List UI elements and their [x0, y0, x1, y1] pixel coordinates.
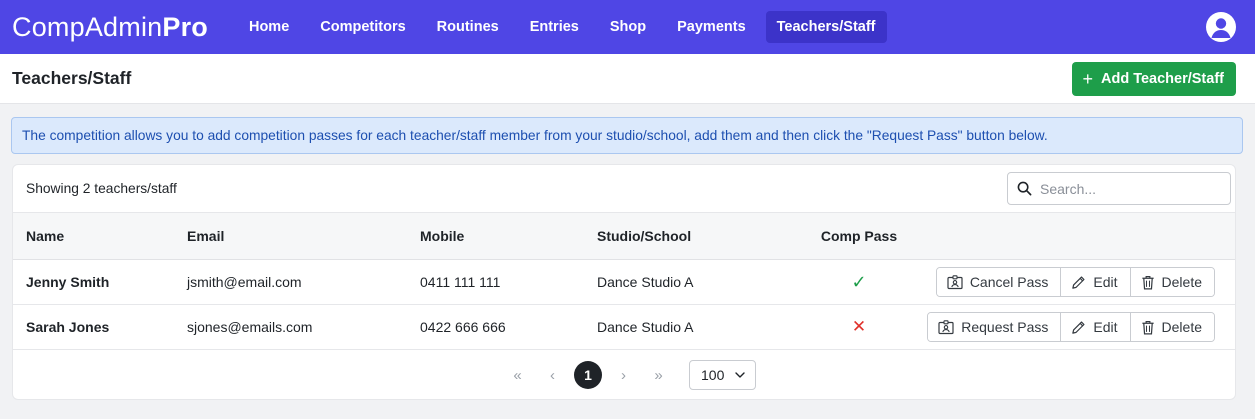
cell-studio-school: Dance Studio A — [597, 274, 694, 290]
column-header-mobile[interactable]: Mobile — [420, 213, 597, 260]
column-header-studio-school[interactable]: Studio/School — [597, 213, 811, 260]
cell-email: sjones@emails.com — [187, 319, 313, 335]
delete-label: Delete — [1161, 274, 1202, 290]
column-header-comp-pass[interactable]: Comp Pass — [811, 213, 907, 260]
request-pass-label: Request Pass — [961, 319, 1049, 335]
page-size-select[interactable]: 100 — [689, 360, 756, 390]
next-page-button[interactable]: › — [606, 367, 641, 384]
top-navbar: CompAdminPro Home Competitors Routines E… — [0, 0, 1255, 54]
delete-label: Delete — [1161, 319, 1202, 335]
page-header: Teachers/Staff + Add Teacher/Staff — [0, 54, 1255, 104]
x-icon: ✕ — [851, 317, 867, 336]
cell-actions: Cancel Pass Edit Delete — [907, 260, 1235, 305]
column-header-actions — [907, 213, 1235, 260]
table-row: Jenny Smith jsmith@email.com 0411 111 11… — [13, 260, 1235, 305]
cell-comp-pass: ✓ — [811, 260, 907, 305]
delete-button[interactable]: Delete — [1130, 313, 1214, 341]
result-count: Showing 2 teachers/staff — [26, 181, 177, 196]
user-circle-icon[interactable] — [1206, 12, 1236, 42]
main-nav: Home Competitors Routines Entries Shop P… — [238, 11, 896, 43]
trash-icon — [1141, 275, 1154, 289]
cancel-pass-button[interactable]: Cancel Pass — [936, 268, 1062, 296]
check-icon: ✓ — [851, 271, 867, 292]
chevron-down-icon — [735, 372, 745, 378]
table-row: Sarah Jones sjones@emails.com 0422 666 6… — [13, 305, 1235, 350]
table-header-row: Name Email Mobile Studio/School Comp Pas… — [13, 212, 1235, 260]
nav-item-teachers-staff[interactable]: Teachers/Staff — [765, 11, 887, 43]
brand-name-regular: CompAdmin — [12, 11, 163, 42]
pencil-icon — [1072, 275, 1085, 289]
pencil-icon — [1072, 320, 1085, 334]
edit-label: Edit — [1093, 274, 1118, 290]
nav-item-routines[interactable]: Routines — [426, 11, 510, 43]
id-badge-icon — [947, 274, 963, 289]
search-icon — [1017, 181, 1032, 196]
nav-item-entries[interactable]: Entries — [519, 11, 590, 43]
request-pass-button[interactable]: Request Pass — [928, 313, 1062, 341]
brand-logo[interactable]: CompAdminPro — [12, 12, 208, 43]
cell-actions: Request Pass Edit Delete — [907, 305, 1235, 350]
info-alert-text: The competition allows you to add compet… — [22, 128, 1048, 143]
cell-name: Sarah Jones — [26, 319, 110, 335]
row-action-group: Cancel Pass Edit Delete — [935, 267, 1215, 297]
teachers-staff-card: Showing 2 teachers/staff Name Email Mobi… — [12, 164, 1236, 400]
cell-email: jsmith@email.com — [187, 274, 302, 290]
add-teacher-staff-label: Add Teacher/Staff — [1100, 70, 1224, 87]
cell-studio-school: Dance Studio A — [597, 319, 694, 335]
cancel-pass-label: Cancel Pass — [969, 274, 1049, 290]
table-toolbar: Showing 2 teachers/staff — [13, 165, 1235, 212]
search-input[interactable] — [1040, 180, 1210, 197]
teachers-staff-table: Name Email Mobile Studio/School Comp Pas… — [13, 212, 1235, 350]
pagination: « ‹ 1 › » 100 — [13, 350, 1235, 400]
edit-label: Edit — [1093, 319, 1118, 335]
column-header-email[interactable]: Email — [187, 213, 420, 260]
edit-button[interactable]: Edit — [1061, 268, 1131, 296]
info-alert: The competition allows you to add compet… — [11, 117, 1243, 154]
first-page-button[interactable]: « — [500, 367, 535, 384]
last-page-button[interactable]: » — [641, 367, 676, 384]
nav-item-shop[interactable]: Shop — [599, 11, 657, 43]
cell-mobile: 0422 666 666 — [420, 319, 506, 335]
nav-item-competitors[interactable]: Competitors — [309, 11, 416, 43]
nav-item-payments[interactable]: Payments — [666, 11, 757, 43]
cell-mobile: 0411 111 111 — [420, 274, 501, 290]
cell-comp-pass: ✕ — [811, 305, 907, 350]
edit-button[interactable]: Edit — [1061, 313, 1131, 341]
current-page-button[interactable]: 1 — [574, 361, 602, 389]
page-title: Teachers/Staff — [12, 68, 132, 88]
trash-icon — [1141, 320, 1154, 334]
previous-page-button[interactable]: ‹ — [535, 367, 570, 384]
row-action-group: Request Pass Edit Delete — [927, 312, 1215, 342]
plus-icon: + — [1082, 68, 1093, 89]
add-teacher-staff-button[interactable]: + Add Teacher/Staff — [1072, 61, 1236, 96]
column-header-name[interactable]: Name — [13, 213, 187, 260]
page-size-value: 100 — [701, 367, 725, 383]
id-badge-icon — [938, 319, 954, 334]
search-box — [1007, 172, 1231, 205]
nav-item-home[interactable]: Home — [238, 11, 300, 43]
brand-name-bold: Pro — [162, 11, 208, 42]
cell-name: Jenny Smith — [26, 274, 110, 290]
delete-button[interactable]: Delete — [1130, 268, 1214, 296]
